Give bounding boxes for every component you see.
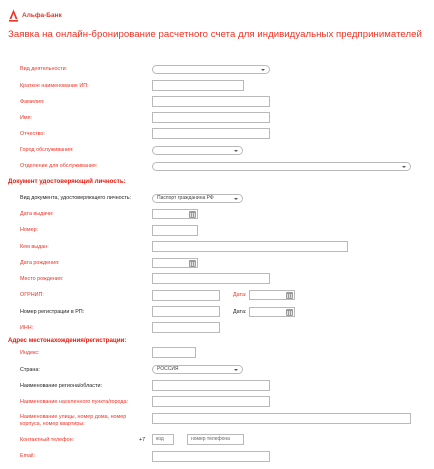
city-select[interactable] [152,146,243,155]
issue-date-input[interactable] [152,209,198,219]
brand-logo: Альфа-Банк [8,9,62,22]
surname-label: Фамилия: [20,99,45,105]
name-label: Имя: [20,115,32,121]
city-label: Город обслуживания: [20,147,74,153]
patronymic-label: Отчество: [20,131,45,137]
chevron-down-icon [234,198,238,200]
patronymic-input[interactable] [152,128,270,139]
locality-input[interactable] [152,396,270,407]
date2-label: Дата: [233,309,247,315]
issued-by-input[interactable] [152,241,348,252]
issued-by-label: Кем выдан: [20,244,49,250]
address-section-heading: Адрес местонахождения/регистрации: [8,337,127,344]
short-name-label: Краткое наименование ИП: [20,83,89,89]
birth-place-label: Место рождения: [20,276,64,282]
doc-type-select[interactable]: Паспорт гражданина РФ [152,194,243,203]
phone-code-input[interactable]: код [152,434,174,445]
street-input[interactable] [152,413,411,424]
ogrnip-label: ОГРНИП: [20,292,44,298]
birth-date-input[interactable] [152,258,198,268]
ogrnip-input[interactable] [152,290,220,301]
branch-select[interactable] [152,162,411,171]
email-input[interactable] [152,451,270,462]
chevron-down-icon [234,369,238,371]
inn-input[interactable] [152,322,220,333]
birth-date-label: Дата рождения: [20,260,60,266]
index-label: Индекс: [20,350,40,356]
doc-type-label: Вид документа, удостоверяющего личность: [20,195,132,201]
index-input[interactable] [152,347,196,358]
calendar-icon[interactable] [286,292,293,299]
number-label: Номер: [20,227,39,233]
ogrnip-date-input[interactable] [249,290,295,300]
phone-prefix: +7 [139,437,146,443]
name-input[interactable] [152,112,270,123]
calendar-icon[interactable] [189,260,196,267]
country-label: Страна: [20,367,40,373]
phone-number-input[interactable]: номер телефона [187,434,244,445]
id-section-heading: Документ удостоверяющий личность: [8,178,126,185]
short-name-input[interactable] [152,80,244,91]
reg-number-input[interactable] [152,306,220,317]
country-value: РОССИЯ [157,366,179,372]
activity-label: Вид деятельности: [20,66,68,72]
reg-date-input[interactable] [249,307,295,317]
email-label: Email: [20,453,35,459]
chevron-down-icon [402,166,406,168]
locality-label: Наименование населенного пункта/города: [20,399,129,405]
phone-label: Контактный телефон: [20,437,75,443]
brand-name: Альфа-Банк [22,12,62,19]
branch-label: Отделение для обслуживания: [20,163,98,169]
street-label: Наименование улицы, номер дома, номер ко… [20,414,127,427]
reg-number-label: Номер регистрации в РП: [20,309,85,315]
activity-select[interactable] [152,65,270,74]
inn-label: ИНН: [20,325,34,331]
issue-date-label: Дата выдачи: [20,211,54,217]
birth-place-input[interactable] [152,273,270,284]
alfa-logo-icon [8,9,19,22]
region-input[interactable] [152,380,270,391]
chevron-down-icon [234,150,238,152]
country-select[interactable]: РОССИЯ [152,365,243,374]
surname-input[interactable] [152,96,270,107]
number-input[interactable] [152,225,198,236]
doc-type-value: Паспорт гражданина РФ [157,195,214,201]
calendar-icon[interactable] [286,309,293,316]
calendar-icon[interactable] [189,211,196,218]
date1-label: Дата: [233,292,247,298]
region-label: Наименование региона/области: [20,383,102,389]
page-title: Заявка на онлайн-бронирование расчетного… [8,29,422,40]
chevron-down-icon [261,69,265,71]
